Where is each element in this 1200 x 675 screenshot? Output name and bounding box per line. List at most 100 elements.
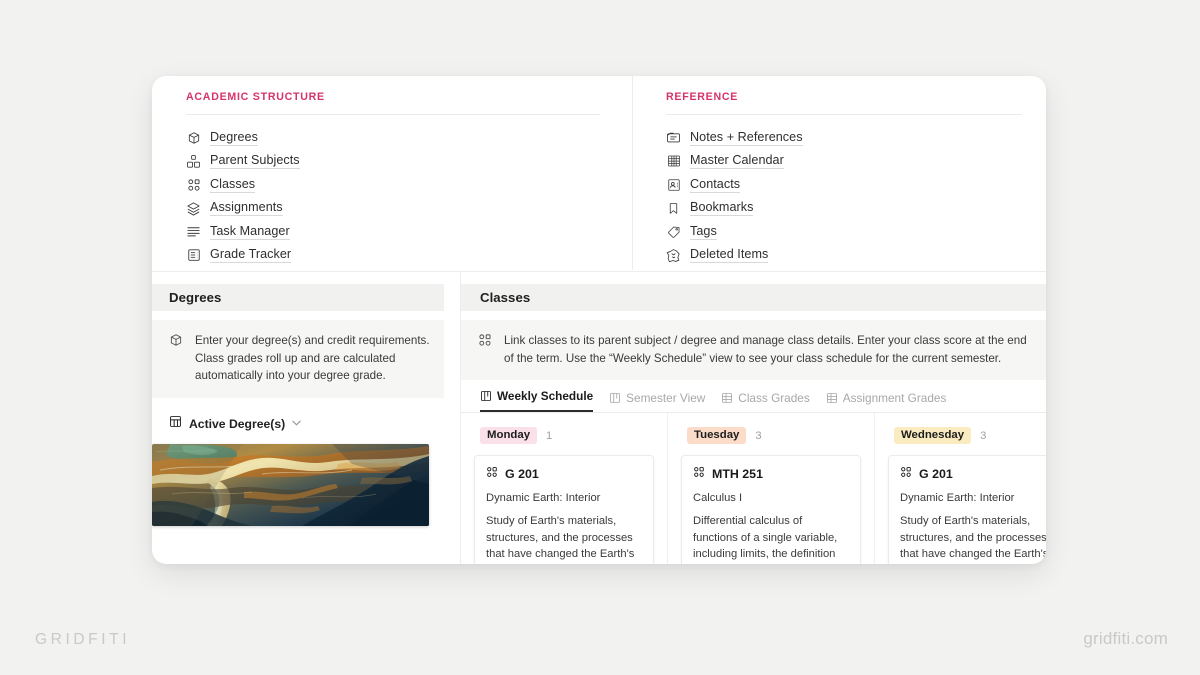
- day-badge: Monday: [480, 427, 538, 444]
- sidebar-item-task-manager[interactable]: Task Manager: [186, 220, 600, 244]
- class-card-title: MTH 251: [693, 466, 849, 481]
- classes-view-tabs: Weekly Schedule Semester View Class Grad…: [461, 380, 1046, 413]
- divider: [186, 114, 600, 115]
- sidebar-item-label: Master Calendar: [690, 153, 784, 170]
- gridfiti-watermark: GRIDFITI: [35, 631, 131, 648]
- reference-title: REFERENCE: [666, 91, 739, 103]
- sidebar-item-label: Notes + References: [690, 129, 803, 146]
- sidebar-item-tags[interactable]: Tags: [666, 220, 1022, 244]
- class-name: Dynamic Earth: Interior: [486, 492, 601, 504]
- day-header: Tuesday 3: [681, 413, 861, 455]
- day-count: 3: [755, 429, 762, 442]
- gallery-icon: [900, 466, 912, 481]
- navigation-region: ACADEMIC STRUCTURE Degrees Parent Subjec…: [152, 76, 1046, 271]
- notion-template-card: ACADEMIC STRUCTURE Degrees Parent Subjec…: [152, 76, 1046, 564]
- blocks-icon: [186, 154, 201, 169]
- classes-callout-text: Link classes to its parent subject / deg…: [504, 334, 1027, 365]
- gallery-icon: [486, 466, 498, 481]
- tab-label: Assignment Grades: [842, 391, 947, 405]
- degrees-panel: Degrees Enter your degree(s) and credit …: [152, 272, 460, 564]
- active-degrees-view-selector[interactable]: Active Degree(s): [152, 398, 460, 433]
- class-code: G 201: [919, 466, 953, 481]
- sidebar-item-label: Deleted Items: [690, 247, 769, 264]
- sidebar-item-grade-tracker[interactable]: Grade Tracker: [186, 244, 600, 268]
- day-header: Wednesday 3: [888, 413, 1046, 455]
- tab-semester-view[interactable]: Semester View: [609, 391, 705, 412]
- tab-label: Weekly Schedule: [497, 389, 594, 403]
- sidebar-item-label: Contacts: [690, 176, 741, 193]
- sidebar-item-deleted-items[interactable]: Deleted Items: [666, 244, 1022, 268]
- sidebar-item-label: Degrees: [210, 129, 258, 146]
- class-code: MTH 251: [712, 466, 763, 481]
- cube-icon: [186, 130, 201, 145]
- degrees-panel-title: Degrees: [152, 284, 444, 311]
- day-count: 3: [980, 429, 987, 442]
- day-column-wednesday: Wednesday 3 G 201 Dynamic Earth: Interio…: [875, 413, 1046, 564]
- classes-callout: Link classes to its parent subject / deg…: [461, 320, 1046, 380]
- trash-crumpled-icon: [666, 248, 681, 263]
- table-list-icon: [186, 248, 201, 263]
- sidebar-item-label: Task Manager: [210, 223, 290, 240]
- board-icon: [609, 392, 621, 404]
- tag-icon: [666, 224, 681, 239]
- table-icon: [826, 392, 838, 404]
- sidebar-item-label: Assignments: [210, 200, 283, 217]
- classes-panel-title: Classes: [461, 284, 1046, 311]
- sidebar-item-bookmarks[interactable]: Bookmarks: [666, 197, 1022, 221]
- day-badge: Tuesday: [687, 427, 747, 444]
- sidebar-item-classes[interactable]: Classes: [186, 173, 600, 197]
- layers-icon: [186, 201, 201, 216]
- bookmark-icon: [666, 201, 681, 216]
- degree-cover-image: [152, 443, 429, 526]
- sidebar-item-label: Parent Subjects: [210, 153, 300, 170]
- class-card-title: G 201: [900, 466, 1046, 481]
- day-count: 1: [546, 429, 553, 442]
- degrees-callout: Enter your degree(s) and credit requirem…: [152, 320, 444, 398]
- gridfiti-url-watermark: gridfiti.com: [1083, 629, 1168, 648]
- tab-class-grades[interactable]: Class Grades: [721, 391, 810, 412]
- active-degrees-label: Active Degree(s): [189, 416, 286, 431]
- sidebar-item-label: Classes: [210, 176, 256, 193]
- academic-structure-title: ACADEMIC STRUCTURE: [186, 91, 325, 103]
- aerial-river-delta-photo: [152, 443, 429, 526]
- class-description: Study of Earth's materials, structures, …: [900, 515, 1046, 560]
- class-code: G 201: [505, 466, 539, 481]
- tab-assignment-grades[interactable]: Assignment Grades: [826, 391, 947, 412]
- weekly-schedule-board[interactable]: Monday 1 G 201 Dynamic Earth: Interior S…: [461, 413, 1046, 564]
- divider: [666, 114, 1022, 115]
- sidebar-item-contacts[interactable]: Contacts: [666, 173, 1022, 197]
- classes-panel: Classes Link classes to its parent subje…: [460, 272, 1046, 564]
- day-column-tuesday: Tuesday 3 MTH 251 Calculus I Differentia…: [668, 413, 875, 564]
- class-card[interactable]: G 201 Dynamic Earth: Interior Study of E…: [888, 455, 1046, 564]
- sidebar-item-parent-subjects[interactable]: Parent Subjects: [186, 150, 600, 174]
- class-name: Calculus I: [693, 492, 743, 504]
- sidebar-item-master-calendar[interactable]: Master Calendar: [666, 150, 1022, 174]
- tab-label: Class Grades: [738, 391, 810, 405]
- class-card-title: G 201: [486, 466, 642, 481]
- reference-column: REFERENCE Notes + References Master Cale…: [632, 76, 1046, 271]
- list-lines-icon: [186, 224, 201, 239]
- sidebar-item-assignments[interactable]: Assignments: [186, 197, 600, 221]
- panel-region: Degrees Enter your degree(s) and credit …: [152, 271, 1046, 564]
- chevron-down-icon[interactable]: [292, 419, 301, 428]
- gallery-icon: [478, 332, 493, 367]
- day-badge: Wednesday: [894, 427, 972, 444]
- academic-structure-column: ACADEMIC STRUCTURE Degrees Parent Subjec…: [152, 76, 632, 271]
- cube-icon: [169, 332, 184, 385]
- contact-card-icon: [666, 177, 681, 192]
- board-icon: [480, 390, 492, 402]
- sidebar-item-label: Grade Tracker: [210, 247, 292, 264]
- table-icon: [169, 415, 182, 433]
- degrees-callout-text: Enter your degree(s) and credit requirem…: [195, 334, 430, 382]
- class-card[interactable]: MTH 251 Calculus I Differential calculus…: [681, 455, 861, 564]
- sidebar-item-label: Tags: [690, 223, 717, 240]
- class-description: Differential calculus of functions of a …: [693, 515, 838, 560]
- sidebar-item-notes-references[interactable]: Notes + References: [666, 126, 1022, 150]
- class-name: Dynamic Earth: Interior: [900, 492, 1015, 504]
- tab-label: Semester View: [626, 391, 706, 405]
- calendar-grid-icon: [666, 154, 681, 169]
- sidebar-item-degrees[interactable]: Degrees: [186, 126, 600, 150]
- gallery-icon: [693, 466, 705, 481]
- tab-weekly-schedule[interactable]: Weekly Schedule: [480, 389, 594, 412]
- class-card[interactable]: G 201 Dynamic Earth: Interior Study of E…: [474, 455, 654, 564]
